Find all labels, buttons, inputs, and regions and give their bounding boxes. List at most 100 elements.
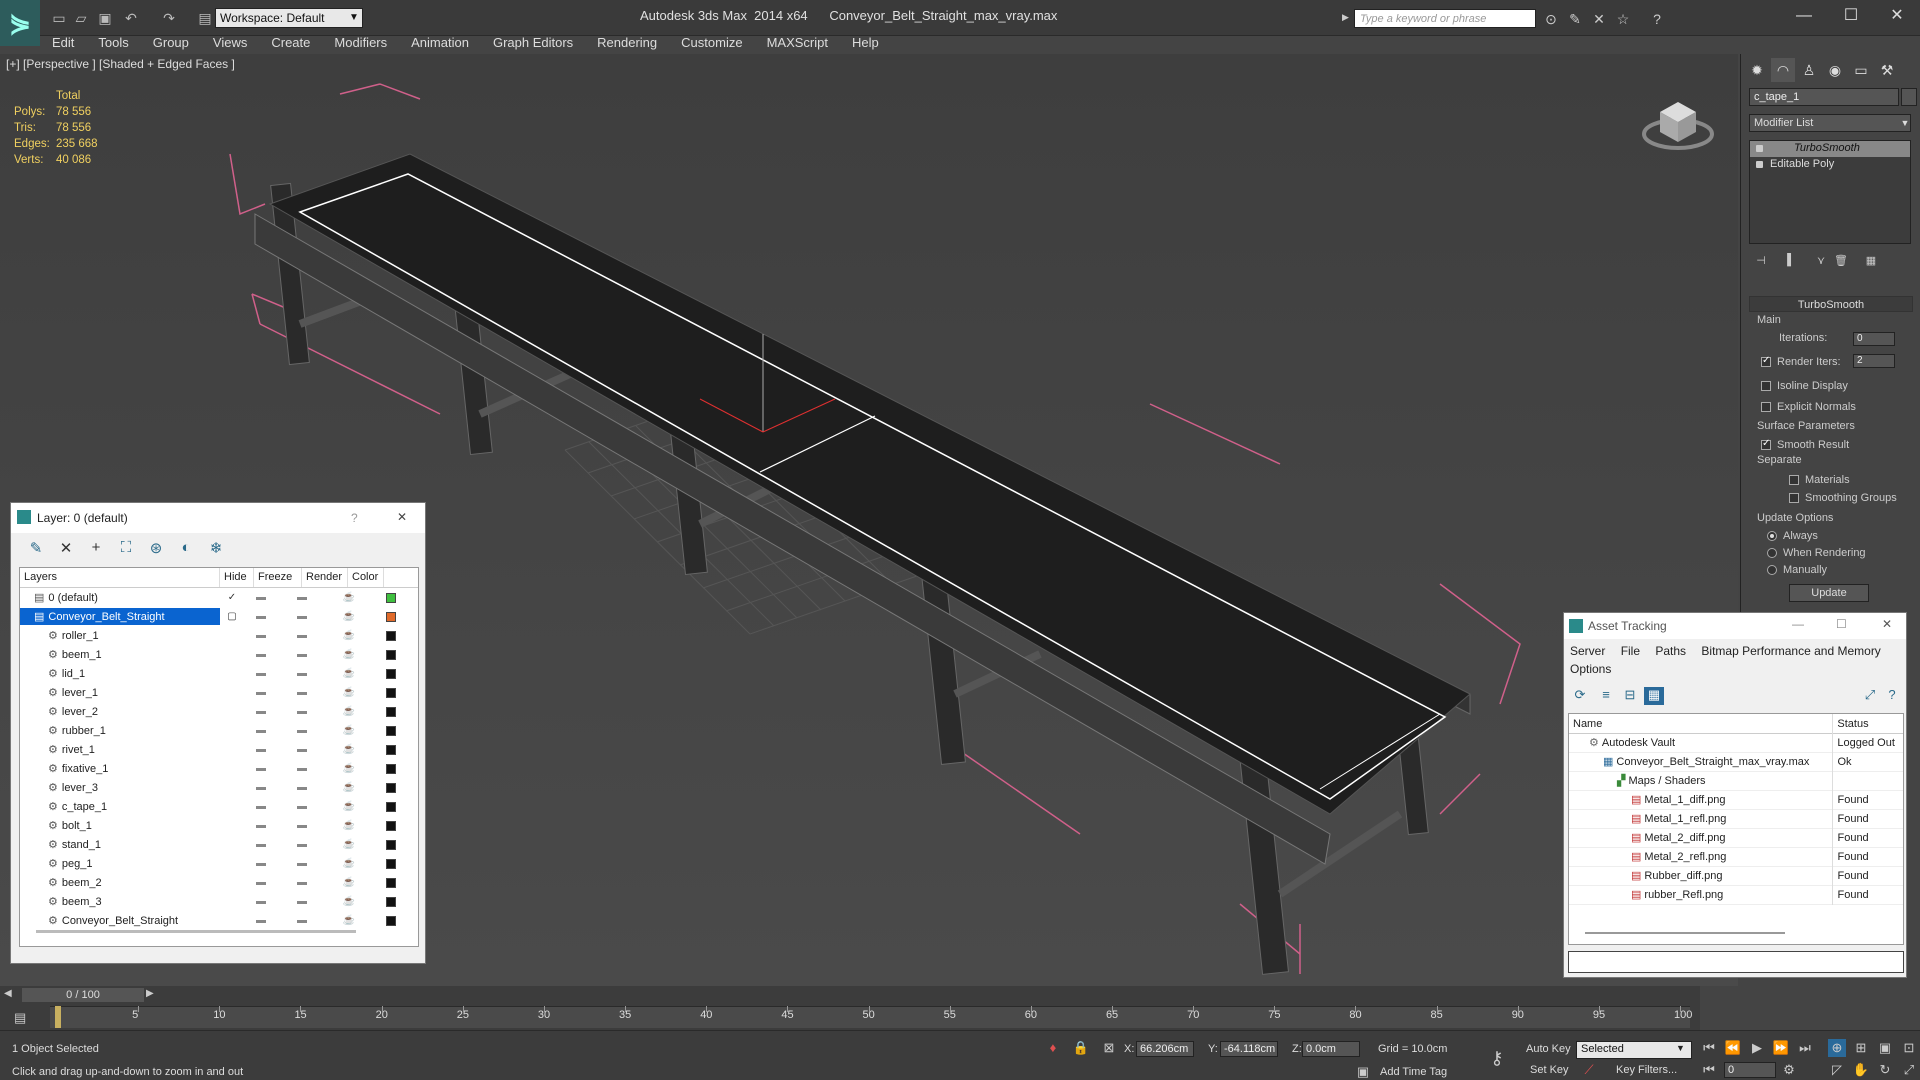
zoom-extents-all-icon[interactable]: ⊡ [1900, 1039, 1918, 1057]
menu-animation[interactable]: Animation [399, 33, 481, 53]
motion-tab-icon[interactable]: ◉ [1823, 58, 1847, 82]
layer-name-cell[interactable]: ⚙ peg_1 [20, 855, 220, 872]
layer-row[interactable]: ⚙ lever_2 ▬ ▬ ☕ [20, 702, 418, 721]
checkbox-icon[interactable] [1789, 474, 1799, 485]
freeze-toggle[interactable]: ▬ [278, 630, 326, 641]
highlight-layer-icon[interactable]: ⊛ [145, 539, 167, 559]
menu-maxscript[interactable]: MAXScript [755, 33, 840, 53]
horizontal-scrollbar[interactable] [36, 930, 356, 933]
menu-tools[interactable]: Tools [86, 33, 140, 53]
freeze-toggle[interactable]: ▬ [278, 877, 326, 888]
maximize-icon[interactable]: ☐ [1828, 4, 1874, 28]
auto-key-button[interactable]: Auto Key [1526, 1043, 1571, 1055]
hide-toggle[interactable]: ▬ [244, 630, 278, 641]
hide-toggle[interactable]: ▬ [244, 611, 278, 622]
layer-dialog-titlebar[interactable]: Layer: 0 (default) ? ✕ [11, 503, 425, 533]
layer-name-cell[interactable]: ⚙ rubber_1 [20, 722, 220, 739]
help-icon[interactable]: ? [351, 511, 358, 525]
refresh-icon[interactable]: ⟳ [1570, 687, 1590, 705]
layer-row[interactable]: ⚙ rubber_1 ▬ ▬ ☕ [20, 721, 418, 740]
asset-name-cell[interactable]: ▤ Metal_2_refl.png [1569, 847, 1834, 867]
layer-name-cell[interactable]: ⚙ rivet_1 [20, 741, 220, 758]
layer-color-swatch[interactable] [386, 763, 396, 774]
layer-name-cell[interactable]: ⚙ fixative_1 [20, 760, 220, 777]
freeze-toggle[interactable]: ▬ [278, 820, 326, 831]
freeze-toggle[interactable]: ▬ [278, 858, 326, 869]
update-button[interactable]: Update [1789, 584, 1869, 602]
tree-view-icon[interactable]: ⊟ [1620, 687, 1640, 705]
layer-color-swatch[interactable] [386, 725, 396, 736]
layer-name-cell[interactable]: ⚙ lid_1 [20, 665, 220, 682]
current-layer-check[interactable]: ✓ [220, 592, 244, 603]
configure-sets-icon[interactable]: ▦ [1861, 254, 1881, 270]
render-teapot-icon[interactable]: ☕ [326, 744, 372, 755]
zoom-icon[interactable]: ⊕ [1828, 1039, 1846, 1057]
layer-name-cell[interactable]: ⚙ roller_1 [20, 627, 220, 644]
layer-name-cell[interactable]: ⚙ beem_2 [20, 874, 220, 891]
asset-row[interactable]: ▤ Metal_1_diff.png Found [1569, 790, 1903, 810]
chevron-down-icon[interactable]: ▼ [1898, 115, 1912, 131]
workspace-dropdown[interactable]: Workspace: Default [215, 8, 363, 28]
col-layers[interactable]: Layers [20, 568, 220, 587]
menu-views[interactable]: Views [201, 33, 259, 53]
render-teapot-icon[interactable]: ☕ [326, 877, 372, 888]
col-hide[interactable]: Hide [220, 568, 254, 587]
close-icon[interactable]: ✕ [1874, 4, 1920, 28]
layer-row[interactable]: ⚙ lever_3 ▬ ▬ ☕ [20, 778, 418, 797]
play-icon[interactable]: ▶ [1748, 1039, 1766, 1057]
render-teapot-icon[interactable]: ☕ [326, 687, 372, 698]
help-icon[interactable]: ? [1648, 10, 1666, 28]
layer-row[interactable]: ⚙ peg_1 ▬ ▬ ☕ [20, 854, 418, 873]
layer-row[interactable]: ⚙ Conveyor_Belt_Straight ▬ ▬ ☕ [20, 911, 418, 930]
x-coordinate-field[interactable]: 66.206cm [1136, 1041, 1194, 1057]
asset-name-cell[interactable]: ▞ Maps / Shaders [1569, 771, 1834, 791]
hierarchy-tab-icon[interactable]: ♙ [1797, 58, 1821, 82]
hide-all-icon[interactable]: ◐ [175, 539, 197, 559]
render-teapot-icon[interactable]: ☕ [326, 706, 372, 717]
asset-name-cell[interactable]: ▤ rubber_Refl.png [1569, 885, 1834, 905]
time-marker[interactable] [55, 1006, 61, 1028]
delete-layer-icon[interactable]: ✕ [55, 539, 77, 559]
layer-name-cell[interactable]: ⚙ stand_1 [20, 836, 220, 853]
set-key-button[interactable]: Set Key [1530, 1064, 1569, 1076]
layer-row[interactable]: ⚙ beem_2 ▬ ▬ ☕ [20, 873, 418, 892]
checkbox-icon[interactable] [1761, 401, 1771, 412]
layer-color-swatch[interactable] [386, 744, 396, 755]
project-folder-icon[interactable]: ▤ [196, 9, 214, 27]
layer-color-swatch[interactable] [386, 630, 396, 641]
hide-toggle[interactable]: ▬ [244, 592, 278, 603]
layer-row[interactable]: ▤ 0 (default) ✓ ▬ ▬ ☕ [20, 588, 418, 607]
render-teapot-icon[interactable]: ☕ [326, 801, 372, 812]
freeze-toggle[interactable]: ▬ [278, 592, 326, 603]
asset-name-cell[interactable]: ▤ Metal_1_refl.png [1569, 809, 1834, 829]
render-teapot-icon[interactable]: ☕ [326, 611, 372, 622]
rollout-title[interactable]: TurboSmooth [1749, 296, 1913, 312]
close-icon[interactable]: ✕ [397, 510, 407, 524]
time-slider[interactable]: 0 / 100 [22, 988, 144, 1002]
asset-row[interactable]: ▤ rubber_Refl.png Found [1569, 885, 1903, 905]
highlight-editor-icon[interactable]: ⤢ [1860, 687, 1880, 705]
layer-color-swatch[interactable] [386, 820, 396, 831]
layer-color-swatch[interactable] [386, 592, 396, 603]
layer-color-swatch[interactable] [386, 877, 396, 888]
mini-curve-editor-icon[interactable]: ▤ [14, 1010, 26, 1026]
viewcube-icon[interactable] [1638, 84, 1718, 154]
freeze-toggle[interactable]: ▬ [278, 763, 326, 774]
maximize-viewport-icon[interactable]: ⤢ [1900, 1061, 1918, 1079]
help-icon[interactable]: ? [1882, 687, 1902, 705]
set-keys-icon[interactable]: ⟋ [1580, 1061, 1598, 1079]
viewport-label[interactable]: [+] [Perspective ] [Shaded + Edged Faces… [6, 57, 235, 71]
object-color-swatch[interactable] [1901, 88, 1917, 106]
minimize-icon[interactable]: — [1792, 617, 1804, 631]
select-objects-icon[interactable]: ⛶ [115, 539, 137, 559]
time-config-icon[interactable]: ⚙ [1780, 1061, 1798, 1079]
layer-row[interactable]: ▤ Conveyor_Belt_Straight ▢ ▬ ▬ ☕ [20, 607, 418, 626]
layer-row[interactable]: ⚙ rivet_1 ▬ ▬ ☕ [20, 740, 418, 759]
layer-name-cell[interactable]: ⚙ Conveyor_Belt_Straight [20, 912, 220, 929]
freeze-toggle[interactable]: ▬ [278, 801, 326, 812]
asset-name-cell[interactable]: ▤ Metal_1_diff.png [1569, 790, 1834, 810]
menu-graph-editors[interactable]: Graph Editors [481, 33, 585, 53]
display-tab-icon[interactable]: ▭ [1849, 58, 1873, 82]
orbit-icon[interactable]: ↻ [1876, 1061, 1894, 1079]
layer-color-swatch[interactable] [386, 896, 396, 907]
